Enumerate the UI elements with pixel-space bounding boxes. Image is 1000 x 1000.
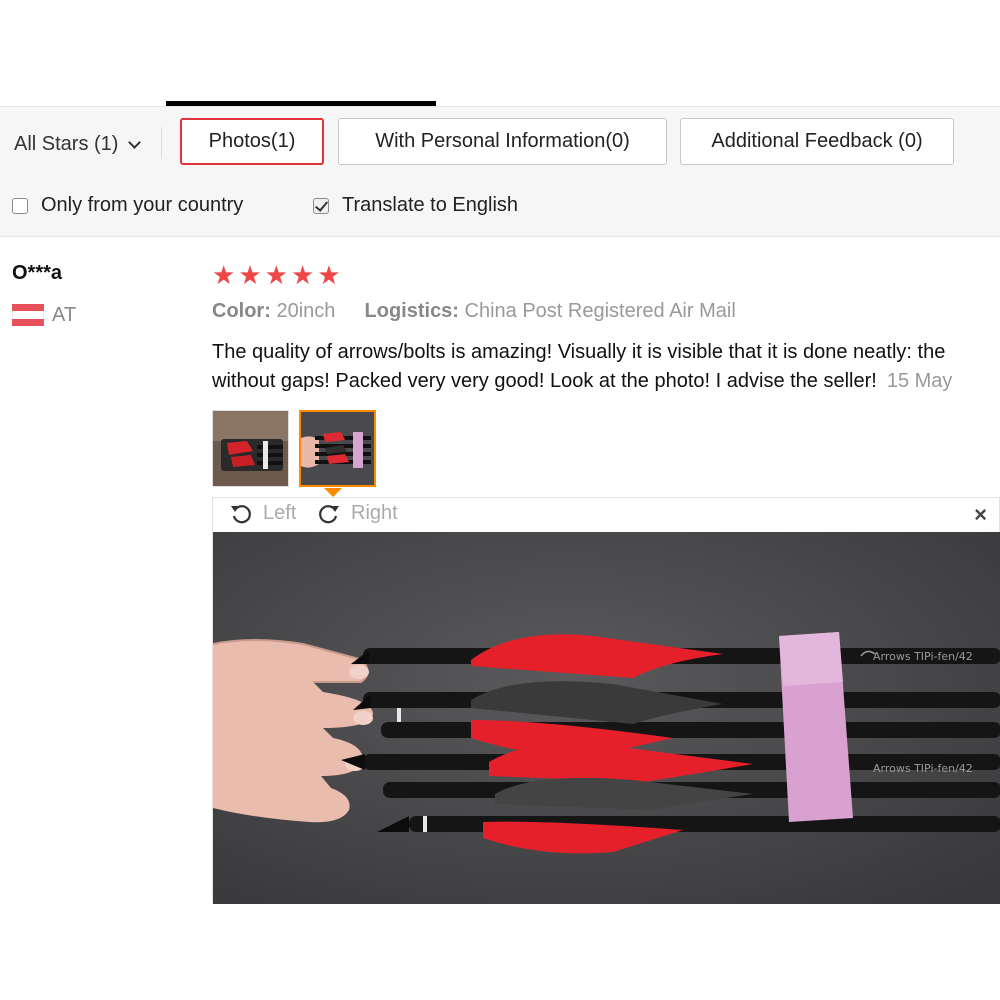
order-info: Color: 20inch Logistics: China Post Regi…	[212, 300, 736, 323]
photo-viewer-toolbar: Left Right ×	[213, 498, 999, 532]
review-date: 15 May	[886, 370, 953, 392]
review-text-line-2: without gaps! Packed very very good! Loo…	[212, 370, 877, 392]
personal-info-filter-button[interactable]: With Personal Information(0)	[338, 118, 667, 165]
reviewer-name: O***a	[12, 262, 63, 284]
rotate-left-label: Left	[263, 501, 297, 524]
rotate-right-label: Right	[351, 501, 398, 524]
color-label: Color:	[212, 300, 271, 322]
arrows-bundle-photo	[213, 411, 288, 486]
svg-text:Arrows TIPi-fen/42: Arrows TIPi-fen/42	[873, 762, 973, 775]
divider	[161, 127, 162, 159]
star-icon: ★	[264, 260, 288, 290]
logistics-value: China Post Registered Air Mail	[464, 300, 736, 322]
star-icon: ★	[238, 260, 262, 290]
logistics-label: Logistics:	[364, 300, 459, 322]
rotate-right-button[interactable]: Right	[317, 501, 398, 525]
review-filter-bar: All Stars (1) Photos(1) With Personal In…	[0, 107, 1000, 237]
review-text-line-1: The quality of arrows/bolts is amazing! …	[212, 341, 946, 363]
rotate-right-icon	[319, 505, 339, 524]
rotate-left-button[interactable]: Left	[229, 501, 296, 525]
star-filter-select[interactable]: All Stars (1)	[14, 133, 142, 156]
austria-flag-icon	[12, 304, 44, 327]
reviewer-country: AT	[52, 304, 77, 326]
star-rating: ★ ★ ★ ★ ★	[212, 261, 341, 289]
review-photo-thumbnail-selected[interactable]	[299, 410, 376, 487]
star-filter-label: All Stars (1)	[14, 133, 119, 155]
review-photo-large: Arrows TIPi-fen/42 Arrows TIPi-fen/42	[213, 532, 1000, 904]
arrows-in-hand-photo	[301, 412, 374, 485]
star-icon: ★	[212, 260, 236, 290]
star-icon: ★	[290, 260, 315, 290]
star-icon: ★	[317, 260, 341, 290]
additional-feedback-filter-button[interactable]: Additional Feedback (0)	[680, 118, 954, 165]
only-country-checkbox[interactable]	[12, 197, 28, 214]
review-photo-thumbnail[interactable]	[212, 410, 289, 487]
svg-text:Arrows TIPi-fen/42: Arrows TIPi-fen/42	[873, 650, 973, 663]
selected-thumbnail-pointer	[324, 488, 342, 497]
only-country-label: Only from your country	[41, 194, 244, 216]
translate-checkbox[interactable]	[313, 197, 329, 214]
review-text: The quality of arrows/bolts is amazing! …	[212, 338, 1000, 396]
photo-viewer: Left Right × Arrows TIPi-fen/42 Arrows T…	[212, 497, 1000, 904]
arrows-in-hand-photo-large: Arrows TIPi-fen/42 Arrows TIPi-fen/42	[213, 532, 1000, 904]
rotate-left-icon	[231, 505, 251, 524]
photos-filter-button[interactable]: Photos(1)	[180, 118, 324, 165]
only-country-checkbox-row[interactable]: Only from your country	[12, 194, 243, 217]
close-icon[interactable]: ×	[974, 502, 987, 528]
translate-checkbox-row[interactable]: Translate to English	[313, 194, 518, 217]
chevron-down-icon	[128, 135, 142, 149]
color-value: 20inch	[276, 300, 336, 322]
translate-label: Translate to English	[342, 194, 519, 216]
